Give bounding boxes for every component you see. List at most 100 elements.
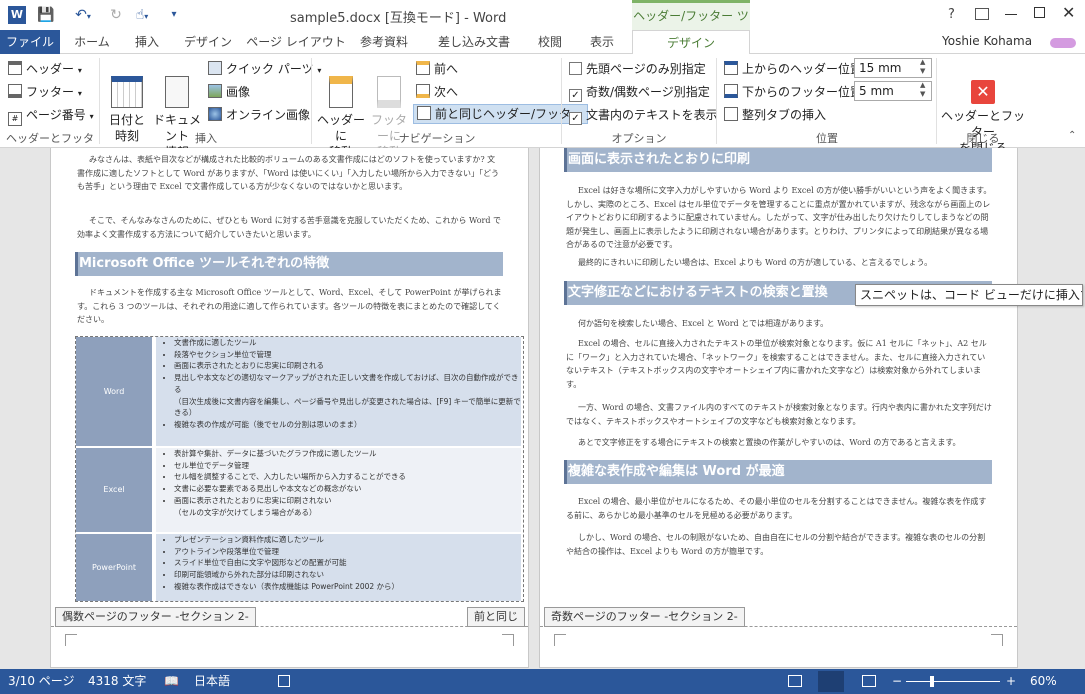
- previous-button[interactable]: 前へ: [416, 60, 458, 78]
- picture-button[interactable]: 画像: [208, 83, 250, 101]
- right-para-4: Excel の場合、セルに直接入力されたテキストの単位が検索対象となります。仮に…: [566, 339, 987, 389]
- right-heading-3: 複雑な表作成や編集は Word が最適: [564, 460, 992, 484]
- footer-button[interactable]: フッター ▾: [8, 83, 82, 103]
- redo-icon[interactable]: ↻: [106, 5, 126, 25]
- feature-table[interactable]: Word 文書作成に適したツール 段落やセクション単位で管理 画面に表示されたと…: [75, 336, 524, 602]
- show-text-checkbox[interactable]: ✓: [569, 112, 582, 125]
- group-separator: [716, 58, 717, 144]
- ribbon: ヘッダー ▾ フッター ▾ #ページ番号 ▾ ヘッダーとフッター 日付と 時刻 …: [0, 54, 1085, 161]
- first-page-option[interactable]: 先頭ページのみ別指定: [569, 60, 706, 78]
- context-tab-group-label: ヘッダー/フッター ツール: [632, 0, 750, 49]
- group-label-position: 位置: [816, 132, 838, 145]
- list-item: スライド単位で自由に文字や図形などの配置が可能: [174, 557, 521, 569]
- status-bar: 3/10 ページ 4318 文字 📖 日本語 − + 60%: [0, 669, 1085, 694]
- minimize-icon[interactable]: [1005, 14, 1017, 15]
- ribbon-tabs: ファイル ホーム 挿入 デザイン ページ レイアウト 参考資料 差し込み文書 校…: [0, 30, 1085, 55]
- list-item: セル幅を調整することで、入力したい場所から入力することができる: [174, 471, 521, 483]
- next-button[interactable]: 次へ: [416, 83, 458, 101]
- web-layout-icon[interactable]: [862, 675, 876, 687]
- header-button[interactable]: ヘッダー ▾: [8, 60, 82, 80]
- footer-icon: [8, 84, 22, 98]
- table-row-label: Word: [76, 337, 152, 446]
- group-separator: [561, 58, 562, 144]
- word-count[interactable]: 4318 文字: [88, 669, 146, 694]
- zoom-level[interactable]: 60%: [1030, 669, 1057, 694]
- print-layout-icon[interactable]: [818, 671, 844, 692]
- footer-position-label: 下からのフッター位置:: [724, 83, 866, 101]
- user-name[interactable]: Yoshie Kohama: [942, 34, 1032, 48]
- quick-parts-button[interactable]: クイック パーツ ▾: [208, 60, 321, 80]
- margin-corner-mark: [65, 634, 77, 646]
- help-icon[interactable]: ?: [948, 7, 955, 22]
- quick-parts-icon: [208, 61, 222, 75]
- tab-mailings[interactable]: 差し込み文書: [428, 30, 520, 54]
- same-as-previous-tag: 前と同じ: [467, 607, 525, 627]
- odd-even-option[interactable]: ✓ 奇数/偶数ページ別指定: [569, 83, 710, 102]
- zoom-slider[interactable]: [906, 681, 1000, 682]
- online-picture-button[interactable]: オンライン画像: [208, 106, 310, 124]
- first-page-checkbox[interactable]: [569, 62, 582, 75]
- proofing-icon[interactable]: 📖: [164, 669, 179, 694]
- page-number-button[interactable]: # ページ番号 ▾: [8, 106, 94, 126]
- previous-icon: [416, 61, 430, 75]
- tab-header-footer-design[interactable]: デザイン: [632, 30, 750, 55]
- zoom-slider-thumb[interactable]: [930, 676, 934, 687]
- left-page[interactable]: みなさんは、表紙や目次などが構成された比較的ボリュームのある文書作成にはどのソフ…: [50, 148, 529, 668]
- odd-even-checkbox[interactable]: ✓: [569, 89, 582, 102]
- list-item: 複雑な表の作成が可能（後でセルの分割は思いのまま）: [174, 419, 521, 431]
- left-para-3: ドキュメントを作成する主な Microsoft Office ツールとして、Wo…: [77, 288, 502, 324]
- group-label-insert: 挿入: [195, 132, 217, 145]
- margin-corner-mark: [502, 634, 514, 646]
- zoom-in-icon[interactable]: +: [1006, 669, 1016, 694]
- header-position-icon: [724, 61, 738, 75]
- tab-home[interactable]: ホーム: [64, 30, 120, 54]
- undo-icon[interactable]: ↶▾: [66, 5, 100, 25]
- tab-insert[interactable]: 挿入: [122, 30, 172, 54]
- tab-view[interactable]: 表示: [580, 30, 624, 54]
- tab-references[interactable]: 参考資料: [352, 30, 416, 54]
- list-item: 文書に必要な要素である見出しや本文などの概念がない: [174, 483, 521, 495]
- right-page[interactable]: 画面に表示されたとおりに印刷 Excel は好きな場所に文字入力がしやすいから …: [539, 148, 1018, 668]
- ribbon-display-options-icon[interactable]: [975, 8, 989, 20]
- document-info-icon: [165, 76, 189, 108]
- list-item: （セルの文字が欠けてしまう場合がある）: [174, 507, 317, 517]
- macro-record-icon[interactable]: [278, 675, 290, 687]
- customize-qat-icon[interactable]: ▾: [164, 5, 184, 25]
- read-mode-icon[interactable]: [788, 675, 802, 687]
- margin-corner-mark: [554, 634, 566, 646]
- group-label-options: オプション: [611, 132, 667, 145]
- header-position-spinner[interactable]: ▲ ▼: [920, 58, 925, 76]
- touch-mode-icon[interactable]: ☝▾: [128, 5, 156, 25]
- list-item: アウトラインや段落単位で管理: [174, 546, 521, 558]
- left-para-1: みなさんは、表紙や目次などが構成された比較的ボリュームのある文書作成にはどのソフ…: [77, 155, 499, 191]
- margin-corner-mark: [991, 634, 1003, 646]
- word-logo-icon: W: [8, 6, 26, 24]
- tab-review[interactable]: 校閲: [526, 30, 574, 54]
- even-footer-tag: 偶数ページのフッター -セクション 2-: [55, 607, 256, 627]
- table-row-label: Excel: [76, 448, 152, 532]
- close-window-icon[interactable]: ✕: [1062, 3, 1075, 22]
- group-label-navigation: ナビゲーション: [398, 132, 476, 145]
- list-item: 段落やセクション単位で管理: [174, 349, 521, 361]
- insert-alignment-tab-button[interactable]: 整列タブの挿入: [724, 106, 826, 124]
- user-avatar[interactable]: [1050, 38, 1076, 48]
- maximize-icon[interactable]: [1034, 7, 1045, 18]
- tab-design[interactable]: デザイン: [176, 30, 240, 54]
- page-count[interactable]: 3/10 ページ: [8, 669, 75, 694]
- header-position-label: 上からのヘッダー位置:: [724, 60, 866, 78]
- tab-page-layout[interactable]: ページ レイアウト: [244, 30, 348, 54]
- collapse-ribbon-icon[interactable]: ⌃: [1068, 130, 1076, 141]
- document-area: みなさんは、表紙や目次などが構成された比較的ボリュームのある文書作成にはどのソフ…: [0, 148, 1085, 669]
- save-icon[interactable]: 💾: [36, 5, 56, 25]
- table-row-label: PowerPoint: [76, 534, 152, 601]
- list-item: プレゼンテーション資料作成に適したツール: [174, 534, 521, 546]
- language[interactable]: 日本語: [194, 669, 230, 694]
- picture-icon: [208, 84, 222, 98]
- list-item: 文書作成に適したツール: [174, 337, 521, 349]
- show-text-option[interactable]: ✓ 文書内のテキストを表示: [569, 106, 718, 125]
- window-title: sample5.docx [互換モード] - Word: [290, 11, 507, 26]
- goto-footer-icon: [377, 76, 401, 108]
- zoom-out-icon[interactable]: −: [892, 669, 902, 694]
- footer-position-spinner[interactable]: ▲ ▼: [920, 81, 925, 99]
- tab-file[interactable]: ファイル: [0, 30, 60, 54]
